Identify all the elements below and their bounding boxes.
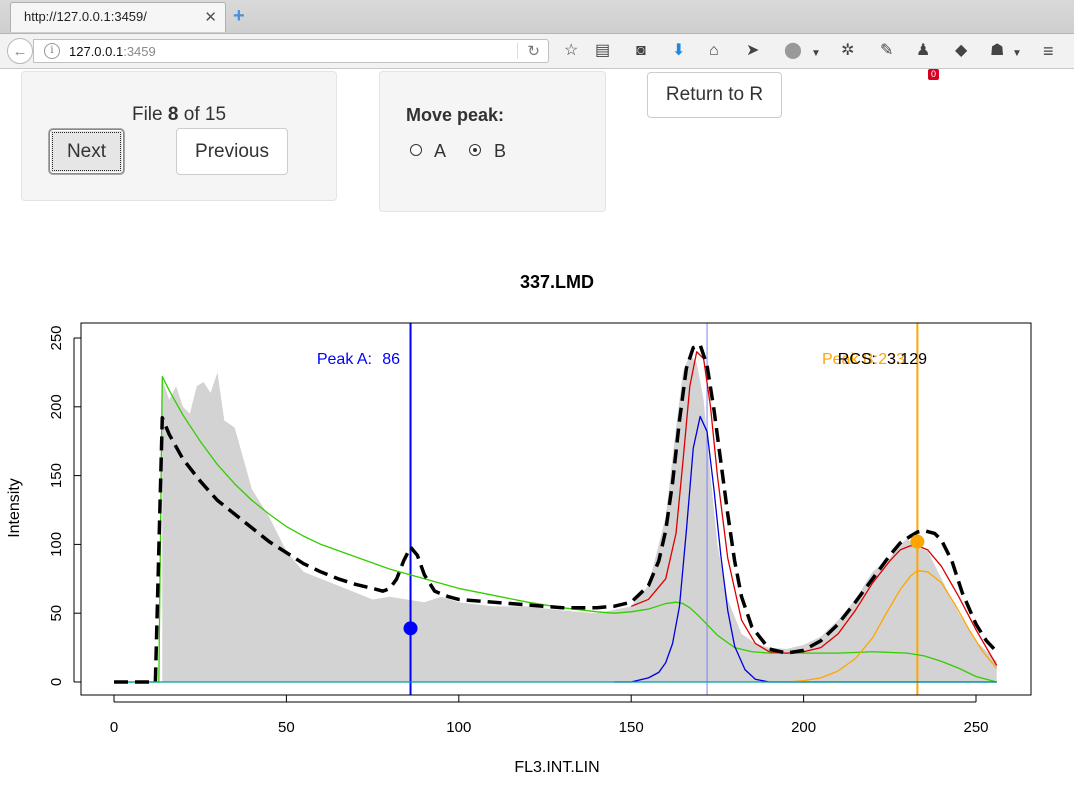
y-tick-label-2: 100 — [48, 532, 65, 557]
histogram-area — [162, 354, 997, 682]
download-icon[interactable]: ⬇ — [672, 41, 685, 61]
return-to-r-button[interactable]: Return to R — [647, 72, 782, 118]
next-button[interactable]: Next — [49, 129, 124, 174]
bookmark-star-icon[interactable]: ☆ — [564, 41, 578, 61]
tab-bar: http://127.0.0.1:3459/ ✕ + — [0, 0, 1074, 34]
address-bar[interactable]: i 127.0.0.1:3459 ↻ — [33, 39, 549, 63]
x-tick-label-1: 50 — [278, 719, 295, 736]
adblock-icon[interactable]: ⬤ — [784, 41, 802, 61]
url-host: 127.0.0.1 — [69, 44, 124, 59]
extension-pen-icon[interactable]: ✎ — [880, 41, 893, 61]
url-port: :3459 — [123, 44, 156, 59]
radio-peak-b[interactable] — [469, 144, 481, 156]
extension-spy-icon[interactable]: ☗ — [990, 41, 1004, 61]
x-tick-label-3: 150 — [619, 719, 644, 736]
file-current: 8 — [167, 104, 179, 125]
menu-icon[interactable]: ≡ — [1043, 41, 1054, 61]
info-icon[interactable]: i — [44, 43, 60, 59]
file-total: 15 — [204, 104, 227, 125]
rcs-label: RCS: — [838, 351, 876, 368]
url-separator — [517, 43, 518, 59]
extension-bug-icon[interactable]: ✲ — [841, 41, 854, 61]
file-prefix: File — [131, 104, 168, 125]
x-tick-label-0: 0 — [110, 719, 118, 736]
extension-dropdown-icon[interactable]: ▼ — [1012, 44, 1022, 64]
x-axis-label: FL3.INT.LIN — [514, 759, 599, 776]
radio-peak-a[interactable] — [410, 144, 422, 156]
home-icon[interactable]: ⌂ — [709, 41, 719, 61]
peak-marker-1 — [910, 534, 925, 549]
pocket-icon[interactable]: ◙ — [636, 41, 646, 61]
move-peak-panel: Move peak: A B — [379, 71, 606, 212]
peak-plot[interactable]: 337.LMD FL3.INT.LIN Intensity 0 50 100 150 2… — [0, 246, 1074, 806]
radio-peak-b-label: B — [494, 141, 507, 161]
new-tab-icon[interactable]: + — [233, 5, 245, 28]
y-tick-label-4: 200 — [48, 394, 65, 419]
file-counter: File 8 of 15 — [22, 104, 336, 126]
chart-title: 337.LMD — [520, 272, 594, 292]
previous-button[interactable]: Previous — [176, 128, 288, 175]
y-tick-label-3: 150 — [48, 463, 65, 488]
back-arrow-icon[interactable]: ← — [7, 38, 33, 64]
x-tick-label-4: 200 — [791, 719, 816, 736]
file-navigation-panel: File 8 of 15 Next Previous — [21, 71, 337, 201]
file-middle: of — [178, 104, 205, 125]
extension-diamond-icon[interactable]: ◆ — [955, 41, 967, 61]
adblock-dropdown-icon[interactable]: ▼ — [811, 44, 821, 64]
peak-a-value: 86 — [382, 351, 400, 368]
url-text: 127.0.0.1:3459 — [69, 44, 156, 59]
y-axis-label: Intensity — [6, 478, 23, 538]
x-tick-label-2: 100 — [446, 719, 471, 736]
y-tick-label-5: 250 — [48, 325, 65, 350]
tab-title: http://127.0.0.1:3459/ — [24, 9, 147, 24]
reload-icon[interactable]: ↻ — [527, 42, 540, 60]
close-tab-icon[interactable]: ✕ — [204, 8, 217, 26]
annotations: Peak A: 86 Peak B: 233 RCS: 3.129 — [317, 351, 927, 368]
radio-peak-a-label: A — [434, 141, 447, 161]
y-tick-label-0: 0 — [48, 678, 65, 686]
plot-area — [114, 323, 998, 695]
reader-view-icon[interactable]: ▤ — [595, 41, 610, 61]
notification-badge: 0 — [928, 69, 940, 80]
x-tick-label-5: 250 — [963, 719, 988, 736]
peak-a-label: Peak A: — [317, 351, 372, 368]
move-peak-label: Move peak: — [406, 105, 505, 125]
y-tick-label-1: 50 — [48, 605, 65, 622]
navigation-bar: ← i 127.0.0.1:3459 ↻ ☆ ▤ ◙ ⬇ ⌂ ➤ ⬤ ▼ ✲ ✎… — [0, 34, 1074, 80]
rcs-value: 3.129 — [887, 351, 927, 368]
browser-tab[interactable]: http://127.0.0.1:3459/ ✕ — [10, 2, 226, 32]
peak-marker-0 — [403, 621, 418, 636]
send-icon[interactable]: ➤ — [746, 41, 759, 61]
notification-bell-icon[interactable]: ♟ — [916, 41, 930, 61]
